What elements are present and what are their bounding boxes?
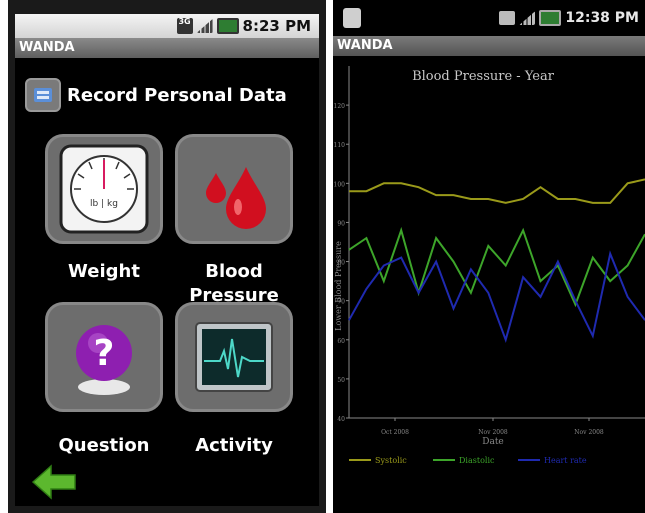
back-arrow-icon[interactable] [29,462,79,502]
y-tick-label: 100 [334,181,346,188]
status-bar: 12:38 PM [333,0,645,36]
x-tick-label: Nov 2008 [574,429,604,436]
series-line-systolic [349,178,645,204]
page-title: Record Personal Data [67,84,287,106]
x-tick-label: Oct 2008 [381,429,409,436]
data-icon [499,11,516,25]
y-tick-label: 50 [337,377,345,384]
x-tick-label: Nov 2008 [478,429,508,436]
app-title: WANDA [333,36,645,56]
activity-button[interactable] [175,302,293,412]
x-axis-label: Date [482,437,504,447]
question-label: Question [58,435,150,456]
y-tick-label: 120 [334,103,346,110]
blood-drop-icon [206,167,266,229]
3g-icon: 3G [176,18,193,34]
battery-icon [539,10,562,26]
status-bar: 3G 8:23 PM [15,14,319,38]
activity-label: Activity [195,435,273,456]
app-title: WANDA [15,38,319,58]
question-icon: ? [76,325,132,395]
blood-pressure-label: Blood Pressure [159,260,309,308]
right-phone-screen: 12:38 PM WANDA Blood Pressure - Year 120 1… [333,0,645,513]
svg-text:?: ? [94,333,115,374]
record-data-icon [25,78,61,112]
scale-icon: lb | kg [59,144,149,234]
weight-button[interactable]: lb | kg [45,134,163,244]
y-tick-label: 60 [337,338,345,345]
legend-label: Systolic [375,456,407,465]
legend-label: Diastolic [459,456,495,465]
y-tick-label: 40 [337,416,345,423]
status-time: 12:38 PM [565,10,639,26]
chart-title: Blood Pressure - Year [412,69,555,84]
signal-icon [196,19,213,33]
battery-icon [216,18,239,34]
page-header: Record Personal Data [25,78,287,112]
blood-pressure-chart: Blood Pressure - Year1201101009080706050… [334,66,645,465]
blood-pressure-button[interactable] [175,134,293,244]
heart-monitor-icon [195,322,273,392]
y-tick-label: 110 [334,142,346,149]
y-tick-label: 90 [337,220,345,227]
series-line-diastolic [348,226,645,308]
y-axis-label: Lower Blood Pressure [334,241,343,331]
question-button[interactable]: ? [45,302,163,412]
blood-pressure-label-line1: Blood [205,261,263,282]
signal-icon [519,11,536,25]
status-time: 8:23 PM [242,17,311,35]
scale-dial-text: lb | kg [90,199,118,209]
android-icon [343,8,361,28]
weight-label: Weight [68,261,140,282]
legend-label: Heart rate [544,456,587,465]
left-phone-screen: 3G 8:23 PM WANDA Record Personal Data lb… [8,0,326,513]
